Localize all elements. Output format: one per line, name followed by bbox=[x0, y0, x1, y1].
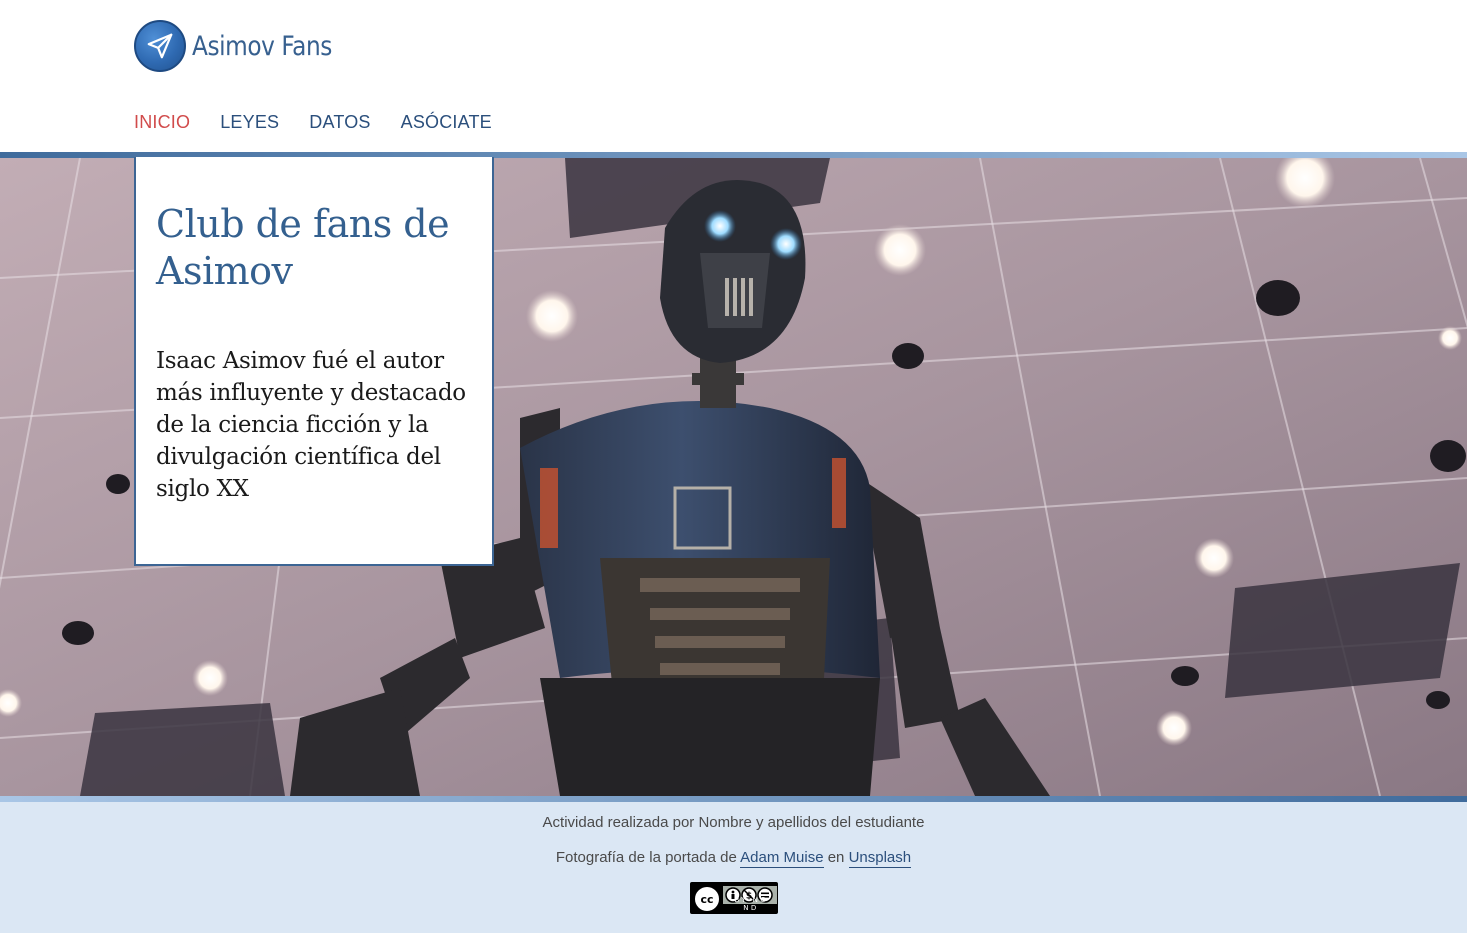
photo-credit-connector: en bbox=[827, 849, 845, 866]
site-footer: Actividad realizada por Nombre y apellid… bbox=[0, 802, 1467, 933]
nav-datos[interactable]: DATOS bbox=[309, 108, 370, 136]
hero-title: Club de fans de Asimov bbox=[156, 202, 450, 293]
nav-leyes[interactable]: LEYES bbox=[220, 108, 279, 136]
footer-photo-credit: Fotografía de la portada de Adam Muise e… bbox=[0, 849, 1467, 868]
nav-inicio[interactable]: INICIO bbox=[134, 108, 190, 136]
hero-section: Club de fans de Asimov Isaac Asimov fué … bbox=[0, 152, 1467, 802]
license-labels: BY NC ND bbox=[734, 896, 768, 912]
photo-credit-prefix: Fotografía de la portada de bbox=[555, 849, 737, 866]
hero-card: Club de fans de Asimov Isaac Asimov fué … bbox=[134, 157, 494, 566]
footer-credit: Actividad realizada por Nombre y apellid… bbox=[542, 814, 925, 831]
brand-name: Asimov Fans bbox=[192, 30, 332, 62]
brand-link[interactable]: Asimov Fans bbox=[134, 20, 355, 72]
nav-asociate[interactable]: ASÓCIATE bbox=[401, 108, 492, 136]
cc-by-nc-nd-icon[interactable]: cc $ BY NC ND bbox=[690, 882, 778, 914]
photo-author-link[interactable]: Adam Muise bbox=[740, 849, 824, 868]
main-nav: INICIO LEYES DATOS ASÓCIATE bbox=[134, 108, 522, 136]
site-header: Asimov Fans INICIO LEYES DATOS ASÓCIATE bbox=[0, 0, 1467, 152]
hero-text: Isaac Asimov fué el autor más influyente… bbox=[156, 348, 466, 502]
paper-plane-icon bbox=[134, 20, 186, 72]
svg-text:cc: cc bbox=[700, 893, 713, 906]
unsplash-link[interactable]: Unsplash bbox=[848, 849, 912, 868]
